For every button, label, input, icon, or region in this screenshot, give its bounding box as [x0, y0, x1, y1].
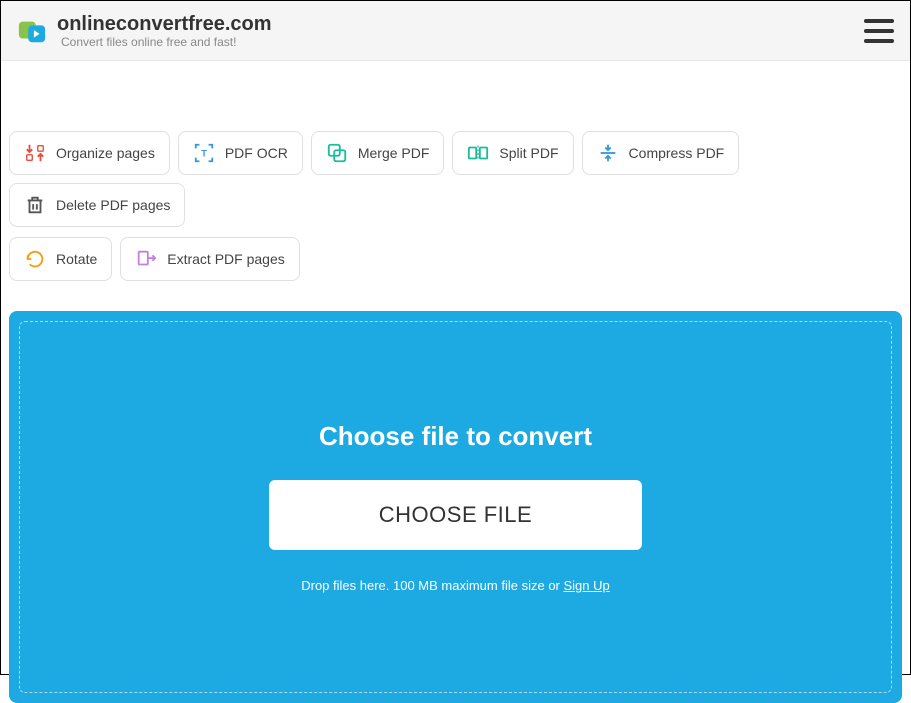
merge-pdf-button[interactable]: Merge PDF: [311, 131, 445, 175]
tagline: Convert files online free and fast!: [61, 35, 272, 49]
header: onlineconvertfree.com Convert files onli…: [1, 1, 910, 61]
tool-label: PDF OCR: [225, 145, 288, 161]
tool-label: Compress PDF: [629, 145, 725, 161]
site-name: onlineconvertfree.com: [57, 13, 272, 35]
tool-label: Rotate: [56, 251, 97, 267]
split-icon: [467, 142, 489, 164]
tool-label: Merge PDF: [358, 145, 430, 161]
rotate-icon: [24, 248, 46, 270]
dropzone-hint: Drop files here. 100 MB maximum file siz…: [301, 578, 610, 593]
signup-link[interactable]: Sign Up: [564, 578, 610, 593]
extract-icon: [135, 248, 157, 270]
organize-icon: [24, 142, 46, 164]
dropzone-inner: Choose file to convert CHOOSE FILE Drop …: [19, 321, 892, 693]
svg-text:T: T: [201, 149, 207, 159]
organize-pages-button[interactable]: Organize pages: [9, 131, 170, 175]
delete-icon: [24, 194, 46, 216]
ocr-icon: T: [193, 142, 215, 164]
merge-icon: [326, 142, 348, 164]
tool-label: Organize pages: [56, 145, 155, 161]
dropzone-title: Choose file to convert: [319, 421, 592, 452]
hamburger-menu-icon[interactable]: [864, 19, 894, 43]
choose-file-button[interactable]: CHOOSE FILE: [269, 480, 642, 550]
rotate-button[interactable]: Rotate: [9, 237, 112, 281]
brand[interactable]: onlineconvertfree.com Convert files onli…: [17, 13, 272, 49]
split-pdf-button[interactable]: Split PDF: [452, 131, 573, 175]
tool-label: Delete PDF pages: [56, 197, 170, 213]
extract-pdf-pages-button[interactable]: Extract PDF pages: [120, 237, 300, 281]
compress-icon: [597, 142, 619, 164]
logo-icon: [17, 16, 47, 46]
compress-pdf-button[interactable]: Compress PDF: [582, 131, 740, 175]
tool-label: Extract PDF pages: [167, 251, 285, 267]
delete-pdf-pages-button[interactable]: Delete PDF pages: [9, 183, 185, 227]
tool-section: Organize pages T PDF OCR Merge PDF Split…: [1, 61, 910, 281]
dropzone[interactable]: Choose file to convert CHOOSE FILE Drop …: [9, 311, 902, 703]
hint-text: Drop files here. 100 MB maximum file siz…: [301, 578, 563, 593]
tool-label: Split PDF: [499, 145, 558, 161]
pdf-ocr-button[interactable]: T PDF OCR: [178, 131, 303, 175]
